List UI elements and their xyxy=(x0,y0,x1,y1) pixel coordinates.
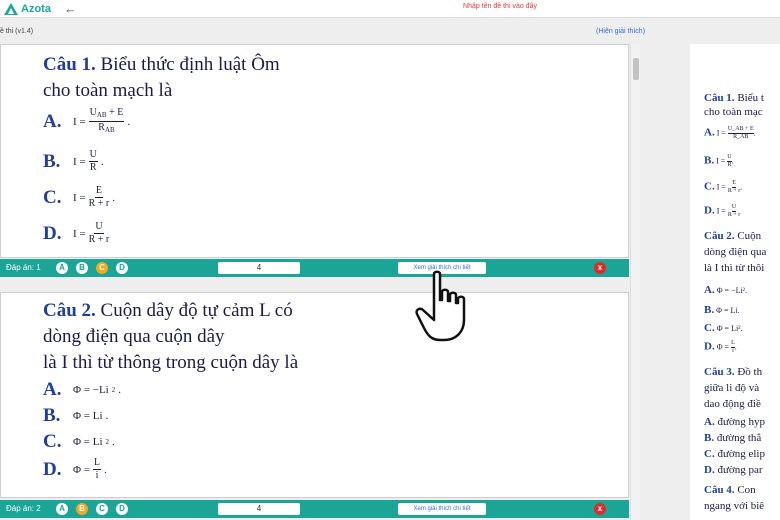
fraction: U R xyxy=(88,149,98,173)
preview-q2-line3: là I thì từ thôi xyxy=(704,262,765,274)
question-2-option-b[interactable]: B. Φ = Li. xyxy=(43,405,108,427)
preview-q3-line2: giữa li độ và xyxy=(704,382,760,394)
preview-q2-line2: dòng điện qua xyxy=(704,246,767,258)
fraction: U R + r xyxy=(88,221,110,245)
preview-q4-title: Câu 4. Con xyxy=(704,484,756,496)
preview-q1-title: Câu 1. Biểu t xyxy=(704,92,764,104)
scrollbar-thumb[interactable] xyxy=(633,58,639,80)
fraction: L i xyxy=(93,457,102,481)
answer-bar-1: Đáp án: 1 A B C D 4 Xem giải thích chi t… xyxy=(0,259,629,277)
close-icon[interactable]: x xyxy=(594,503,606,515)
question-1-option-a[interactable]: A. I = UAB + E RAB . xyxy=(43,107,130,136)
show-explanation-toggle[interactable]: (Hiện giải thích) xyxy=(596,28,645,35)
version-label: ề thi (v1.4) xyxy=(0,28,34,35)
close-icon[interactable]: x xyxy=(594,262,606,274)
editor-scrollbar[interactable] xyxy=(630,44,640,520)
preview-q1-option-c: C. I = ER + r. xyxy=(704,180,743,194)
choice-a[interactable]: A xyxy=(56,262,68,274)
preview-q3-title: Câu 3. Đồ th xyxy=(704,366,763,378)
question-1-title-line2: cho toàn mạch là xyxy=(43,80,173,101)
choice-a[interactable]: A xyxy=(56,503,68,515)
answer-bar-2: Đáp án: 2 A B C D 4 Xem giải thích chi t… xyxy=(0,500,629,518)
option-count-box[interactable]: 4 xyxy=(218,503,300,515)
choice-b[interactable]: B xyxy=(76,262,88,274)
preview-q1-option-a: A. I = U_AB + E R_AB. xyxy=(704,126,756,140)
question-1-title: Câu 1. Biểu thức định luật Ôm xyxy=(43,54,280,75)
fraction: E R + r xyxy=(88,185,110,209)
azota-logo-icon xyxy=(4,3,18,15)
answer-label: Đáp án: 2 xyxy=(6,504,41,513)
choice-b-selected[interactable]: B xyxy=(76,503,88,515)
question-2-title: Câu 2. Cuộn dây độ tự cảm L có xyxy=(43,300,293,321)
preview-q3-option-c: C. đường elip xyxy=(704,448,765,460)
preview-q2-title: Câu 2. Cuộn xyxy=(704,230,762,242)
preview-q2-option-b: B. Φ = Li. xyxy=(704,304,740,316)
preview-q2-option-d: D. Φ = Li. xyxy=(704,340,737,354)
fraction: UAB + E RAB xyxy=(88,107,125,134)
preview-q2-option-c: C. Φ = Li². xyxy=(704,322,743,334)
preview-q4-line2: ngang với biê xyxy=(704,500,765,512)
question-1-option-c[interactable]: C. I = E R + r . xyxy=(43,185,115,210)
preview-q2-option-a: A. Φ = −Li². xyxy=(704,284,748,296)
question-2-title-line3: là I thì từ thông trong cuộn dây là xyxy=(43,352,299,373)
question-2-option-a[interactable]: A. Φ = −Li 2. xyxy=(43,379,121,401)
choice-c[interactable]: C xyxy=(96,503,108,515)
choice-c-selected[interactable]: C xyxy=(96,262,108,274)
question-1-option-d[interactable]: D. I = U R + r xyxy=(43,221,109,246)
question-card-1: Câu 1. Biểu thức định luật Ôm cho toàn m… xyxy=(0,44,629,258)
choice-d[interactable]: D xyxy=(116,262,128,274)
question-card-2: Câu 2. Cuộn dây độ tự cảm L có dòng điện… xyxy=(0,292,629,498)
preview-q3-option-a: A. đường hyp xyxy=(704,416,765,428)
hand-cursor-icon xyxy=(415,270,466,342)
exam-title-field[interactable]: Nhập tên đề thi vào đây xyxy=(380,3,620,10)
preview-q1-option-d: D. I = UR + r xyxy=(704,204,741,218)
top-bar: Azota ← Nhập tên đề thi vào đây xyxy=(0,0,780,18)
answer-label: Đáp án: 1 xyxy=(6,263,41,272)
preview-q3-line3: dao động điề xyxy=(704,398,761,410)
question-2-option-d[interactable]: D. Φ = L i . xyxy=(43,457,107,482)
option-count-box[interactable]: 4 xyxy=(218,262,300,274)
preview-q1-option-b: B. I = UR. xyxy=(704,154,734,168)
view-explanation-button[interactable]: Xem giải thích chi tiết xyxy=(398,503,486,515)
sub-bar: ề thi (v1.4) (Hiện giải thích) xyxy=(0,28,780,40)
azota-logo[interactable]: Azota xyxy=(4,2,51,16)
logo-text: Azota xyxy=(21,3,51,15)
choice-d[interactable]: D xyxy=(116,503,128,515)
question-2-option-c[interactable]: C. Φ = Li 2. xyxy=(43,431,115,453)
preview-q3-option-b: B. đường thẳ xyxy=(704,432,762,444)
question-2-title-line2: dòng điện qua cuộn dây xyxy=(43,326,225,347)
back-arrow-icon[interactable]: ← xyxy=(64,1,77,17)
preview-q1-line2: cho toàn mạc xyxy=(704,106,763,118)
question-1-option-b[interactable]: B. I = U R . xyxy=(43,149,104,174)
preview-pane: Câu 1. Biểu t cho toàn mạc A. I = U_AB +… xyxy=(690,44,780,520)
preview-q3-option-d: D. đường par xyxy=(704,464,763,476)
